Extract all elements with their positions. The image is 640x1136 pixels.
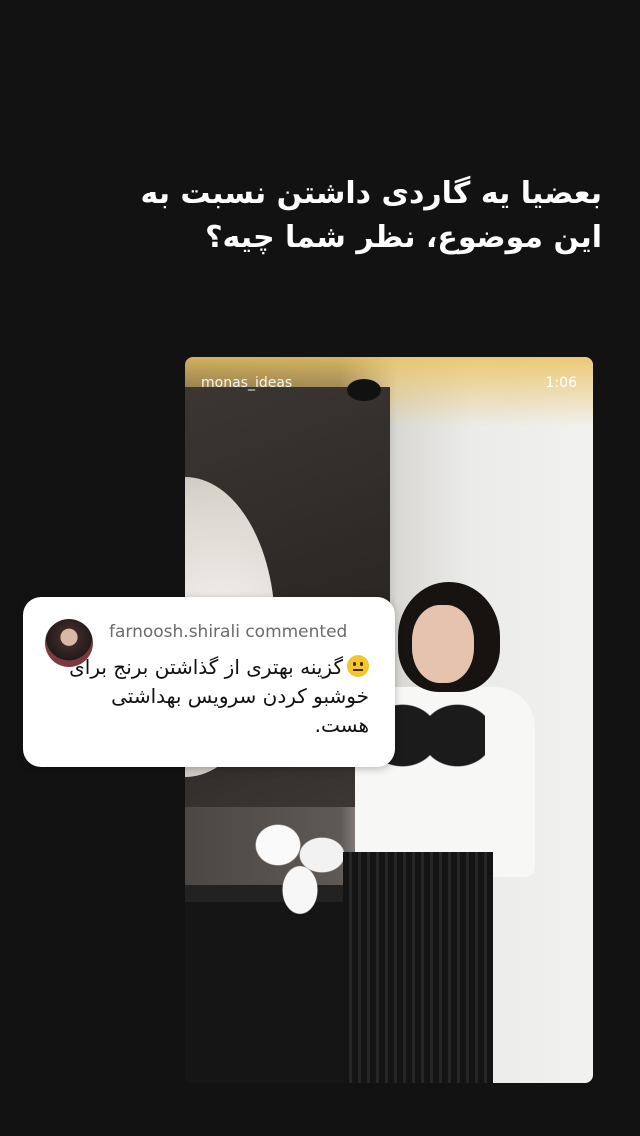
vanity-cabinet [185, 902, 355, 1083]
story-caption: بعضیا یه گاردی داشتن نسبت به این موضوع، … [140, 176, 603, 255]
ceiling-lamp [347, 379, 381, 401]
commenter-label[interactable]: farnoosh.shirali commented [109, 622, 347, 642]
person-skirt [343, 852, 493, 1083]
rolled-towels [245, 815, 355, 915]
video-duration: 1:06 [545, 375, 577, 391]
comment-body: گزینه بهتری از گذاشتن برنج برای خوشبو کر… [69, 653, 369, 740]
comment-sticker[interactable]: farnoosh.shirali commented گزینه بهتری ا… [23, 597, 395, 767]
comment-text: گزینه بهتری از گذاشتن برنج برای خوشبو کر… [69, 655, 369, 737]
person-face [412, 605, 474, 683]
neutral-face-icon [347, 655, 369, 677]
video-username[interactable]: monas_ideas [201, 375, 292, 391]
